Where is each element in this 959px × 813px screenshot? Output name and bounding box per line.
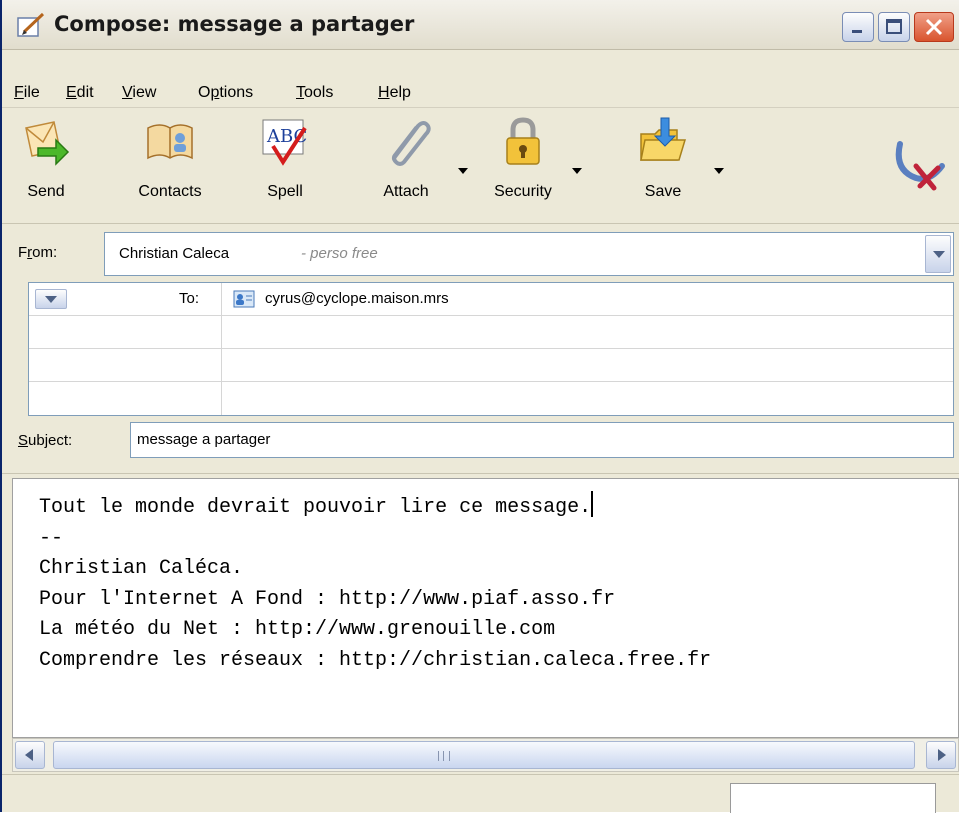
window-title: Compose: message a partager [54, 12, 415, 36]
contacts-icon [147, 124, 193, 160]
security-dropdown-icon[interactable] [572, 168, 582, 174]
from-account: - perso free [301, 245, 378, 262]
spell-label: Spell [267, 183, 303, 200]
body-line: Christian Caléca. [39, 557, 244, 580]
security-button[interactable]: Security [476, 116, 570, 201]
from-name: Christian Caleca [119, 245, 230, 262]
menu-help[interactable]: Help [378, 84, 411, 102]
send-icon [25, 121, 70, 166]
recipients-grid: To: cyrus@cyclope.maison.mrs [28, 282, 954, 416]
recipient-address[interactable]: cyrus@cyclope.maison.mrs [265, 290, 449, 307]
recipient-row-empty[interactable] [29, 349, 953, 382]
grid-divider [221, 283, 222, 415]
status-bar [2, 774, 959, 813]
recipient-type-dropdown[interactable] [35, 289, 67, 309]
send-button[interactable]: Send [10, 116, 82, 201]
attach-icon [392, 121, 431, 166]
save-dropdown-icon[interactable] [714, 168, 724, 174]
attach-dropdown-icon[interactable] [458, 168, 468, 174]
body-line: La météo du Net : http://www.grenouille.… [39, 618, 556, 641]
throbber-icon [895, 141, 945, 191]
status-panel [730, 783, 936, 813]
recipient-type-label: To: [179, 290, 200, 307]
compose-window: Compose: message a partager File Edit Vi… [0, 0, 959, 813]
scroll-right-icon[interactable] [926, 741, 956, 769]
send-label: Send [27, 183, 65, 200]
subject-input[interactable]: message a partager [130, 422, 954, 458]
contacts-button[interactable]: Contacts [122, 116, 218, 201]
save-icon [640, 117, 687, 161]
title-bar[interactable]: Compose: message a partager [2, 0, 959, 50]
minimize-button[interactable] [842, 12, 874, 42]
menu-view[interactable]: View [122, 84, 156, 102]
from-label: From: [18, 244, 58, 261]
menu-file[interactable]: File [14, 84, 40, 102]
attach-button[interactable]: Attach [366, 116, 446, 201]
chevron-down-icon[interactable] [925, 235, 951, 273]
menu-bar: File Edit View Options Tools Help [2, 76, 959, 108]
menu-options[interactable]: Options [198, 84, 253, 102]
from-select[interactable]: Christian Caleca - perso free [104, 232, 954, 276]
horizontal-scrollbar[interactable] [12, 738, 959, 772]
security-icon [506, 117, 540, 165]
contacts-label: Contacts [138, 183, 202, 200]
menu-tools[interactable]: Tools [296, 84, 333, 102]
grip-icon [438, 751, 450, 761]
spell-icon: ABC [262, 119, 307, 166]
close-icon [925, 18, 943, 36]
close-button[interactable] [914, 12, 954, 42]
spell-button[interactable]: ABC Spell [250, 116, 320, 201]
save-button[interactable]: Save [628, 116, 698, 201]
body-line: -- [39, 526, 64, 550]
recipient-row[interactable]: To: cyrus@cyclope.maison.mrs [29, 283, 953, 316]
menu-edit[interactable]: Edit [66, 84, 94, 102]
body-line: Tout le monde devrait pouvoir lire ce me… [39, 496, 592, 519]
message-body[interactable]: Tout le monde devrait pouvoir lire ce me… [12, 478, 959, 738]
minimize-icon [852, 30, 862, 33]
toolbar: Send Contacts ABC Spell Attach Security … [2, 110, 959, 224]
save-label: Save [644, 183, 682, 200]
scroll-thumb[interactable] [53, 741, 915, 769]
text-caret [591, 491, 594, 517]
address-card-icon [233, 290, 255, 308]
splitter[interactable] [2, 466, 959, 474]
maximize-icon [886, 19, 902, 34]
recipient-row-empty[interactable] [29, 382, 953, 415]
body-line: Comprendre les réseaux : http://christia… [39, 648, 712, 672]
attach-label: Attach [383, 183, 429, 200]
body-line: Pour l'Internet A Fond : http://www.piaf… [39, 587, 616, 611]
compose-app-icon [17, 12, 45, 37]
subject-label: Subject: [18, 432, 73, 449]
recipient-row-empty[interactable] [29, 316, 953, 349]
maximize-button[interactable] [878, 12, 910, 42]
scroll-left-icon[interactable] [15, 741, 45, 769]
security-label: Security [494, 183, 552, 200]
